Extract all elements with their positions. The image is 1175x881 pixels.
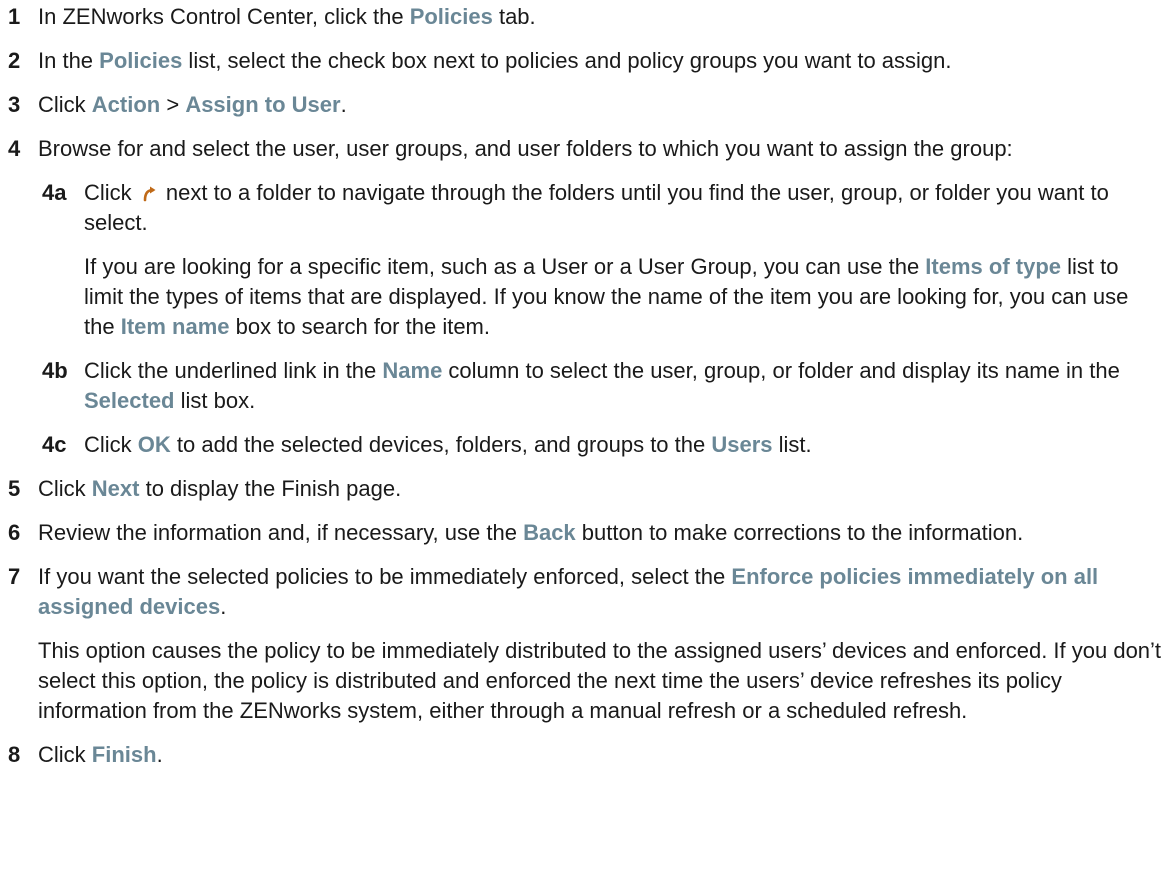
step-text: Click bbox=[84, 180, 138, 205]
ui-term-items-of-type: Items of type bbox=[925, 254, 1061, 279]
substep-4a-paragraph: If you are looking for a specific item, … bbox=[8, 252, 1163, 342]
step-number: 3 bbox=[8, 92, 21, 117]
ui-term-users: Users bbox=[711, 432, 773, 457]
step-text: Click bbox=[84, 432, 138, 457]
step-text: In ZENworks Control Center, click the bbox=[38, 4, 410, 29]
paragraph-text: box to search for the item. bbox=[229, 314, 490, 339]
step-number: 8 bbox=[8, 742, 21, 767]
step-number: 5 bbox=[8, 476, 21, 501]
step-text: In the bbox=[38, 48, 100, 73]
substep-number: 4c bbox=[42, 432, 67, 457]
ui-term-assign-to-user: Assign to User bbox=[185, 92, 341, 117]
substep-4b: 4b Click the underlined link in the Name… bbox=[8, 356, 1163, 416]
step-text: Browse for and select the user, user gro… bbox=[38, 136, 1013, 161]
ui-term-name: Name bbox=[382, 358, 443, 383]
ui-term-next: Next bbox=[91, 476, 140, 501]
step-text: list box. bbox=[174, 388, 256, 413]
step-5: 5 Click Next to display the Finish page. bbox=[8, 474, 1163, 504]
ui-term-policies: Policies bbox=[409, 4, 493, 29]
step-7-note: This option causes the policy to be imme… bbox=[8, 636, 1163, 726]
step-text: column to select the user, group, or fol… bbox=[442, 358, 1120, 383]
step-text: Click bbox=[38, 92, 92, 117]
step-text: button to make corrections to the inform… bbox=[575, 520, 1024, 545]
step-7: 7 If you want the selected policies to b… bbox=[8, 562, 1163, 622]
step-text: . bbox=[220, 594, 227, 619]
substep-4c: 4c Click OK to add the selected devices,… bbox=[8, 430, 1163, 460]
step-2: 2 In the Policies list, select the check… bbox=[8, 46, 1163, 76]
step-number: 6 bbox=[8, 520, 21, 545]
paragraph-text: If you are looking for a specific item, … bbox=[84, 254, 926, 279]
procedure-document: 1 In ZENworks Control Center, click the … bbox=[0, 2, 1175, 770]
step-text: Review the information and, if necessary… bbox=[38, 520, 524, 545]
substep-number: 4a bbox=[42, 180, 67, 205]
step-text: to add the selected devices, folders, an… bbox=[170, 432, 712, 457]
step-number: 7 bbox=[8, 564, 21, 589]
step-text: list. bbox=[772, 432, 812, 457]
paragraph-text: This option causes the policy to be imme… bbox=[38, 638, 1162, 723]
step-text: If you want the selected policies to be … bbox=[38, 564, 732, 589]
step-text: Click the underlined link in the bbox=[84, 358, 383, 383]
ui-term-policies: Policies bbox=[99, 48, 183, 73]
ui-term-action: Action bbox=[91, 92, 161, 117]
folder-navigate-arrow-icon bbox=[140, 180, 158, 202]
step-number: 1 bbox=[8, 4, 21, 29]
step-text: . bbox=[340, 92, 347, 117]
ui-term-ok: OK bbox=[137, 432, 171, 457]
step-number: 2 bbox=[8, 48, 21, 73]
ui-term-back: Back bbox=[523, 520, 576, 545]
step-text: to display the Finish page. bbox=[139, 476, 402, 501]
ui-term-finish: Finish bbox=[91, 742, 157, 767]
ui-term-item-name: Item name bbox=[120, 314, 230, 339]
substep-number: 4b bbox=[42, 358, 68, 383]
ui-term-selected: Selected bbox=[84, 388, 175, 413]
step-text: Click bbox=[38, 476, 92, 501]
step-text: Click bbox=[38, 742, 92, 767]
step-3: 3 Click Action > Assign to User. bbox=[8, 90, 1163, 120]
step-4: 4 Browse for and select the user, user g… bbox=[8, 134, 1163, 164]
step-number: 4 bbox=[8, 136, 21, 161]
step-8: 8 Click Finish. bbox=[8, 740, 1163, 770]
step-text: list, select the check box next to polic… bbox=[182, 48, 952, 73]
substep-4a: 4a Click next to a folder to navigate th… bbox=[8, 178, 1163, 238]
step-text: . bbox=[156, 742, 163, 767]
step-text: next to a folder to navigate through the… bbox=[84, 180, 1109, 235]
step-text: tab. bbox=[492, 4, 536, 29]
step-6: 6 Review the information and, if necessa… bbox=[8, 518, 1163, 548]
step-text: > bbox=[160, 92, 186, 117]
step-1: 1 In ZENworks Control Center, click the … bbox=[8, 2, 1163, 32]
